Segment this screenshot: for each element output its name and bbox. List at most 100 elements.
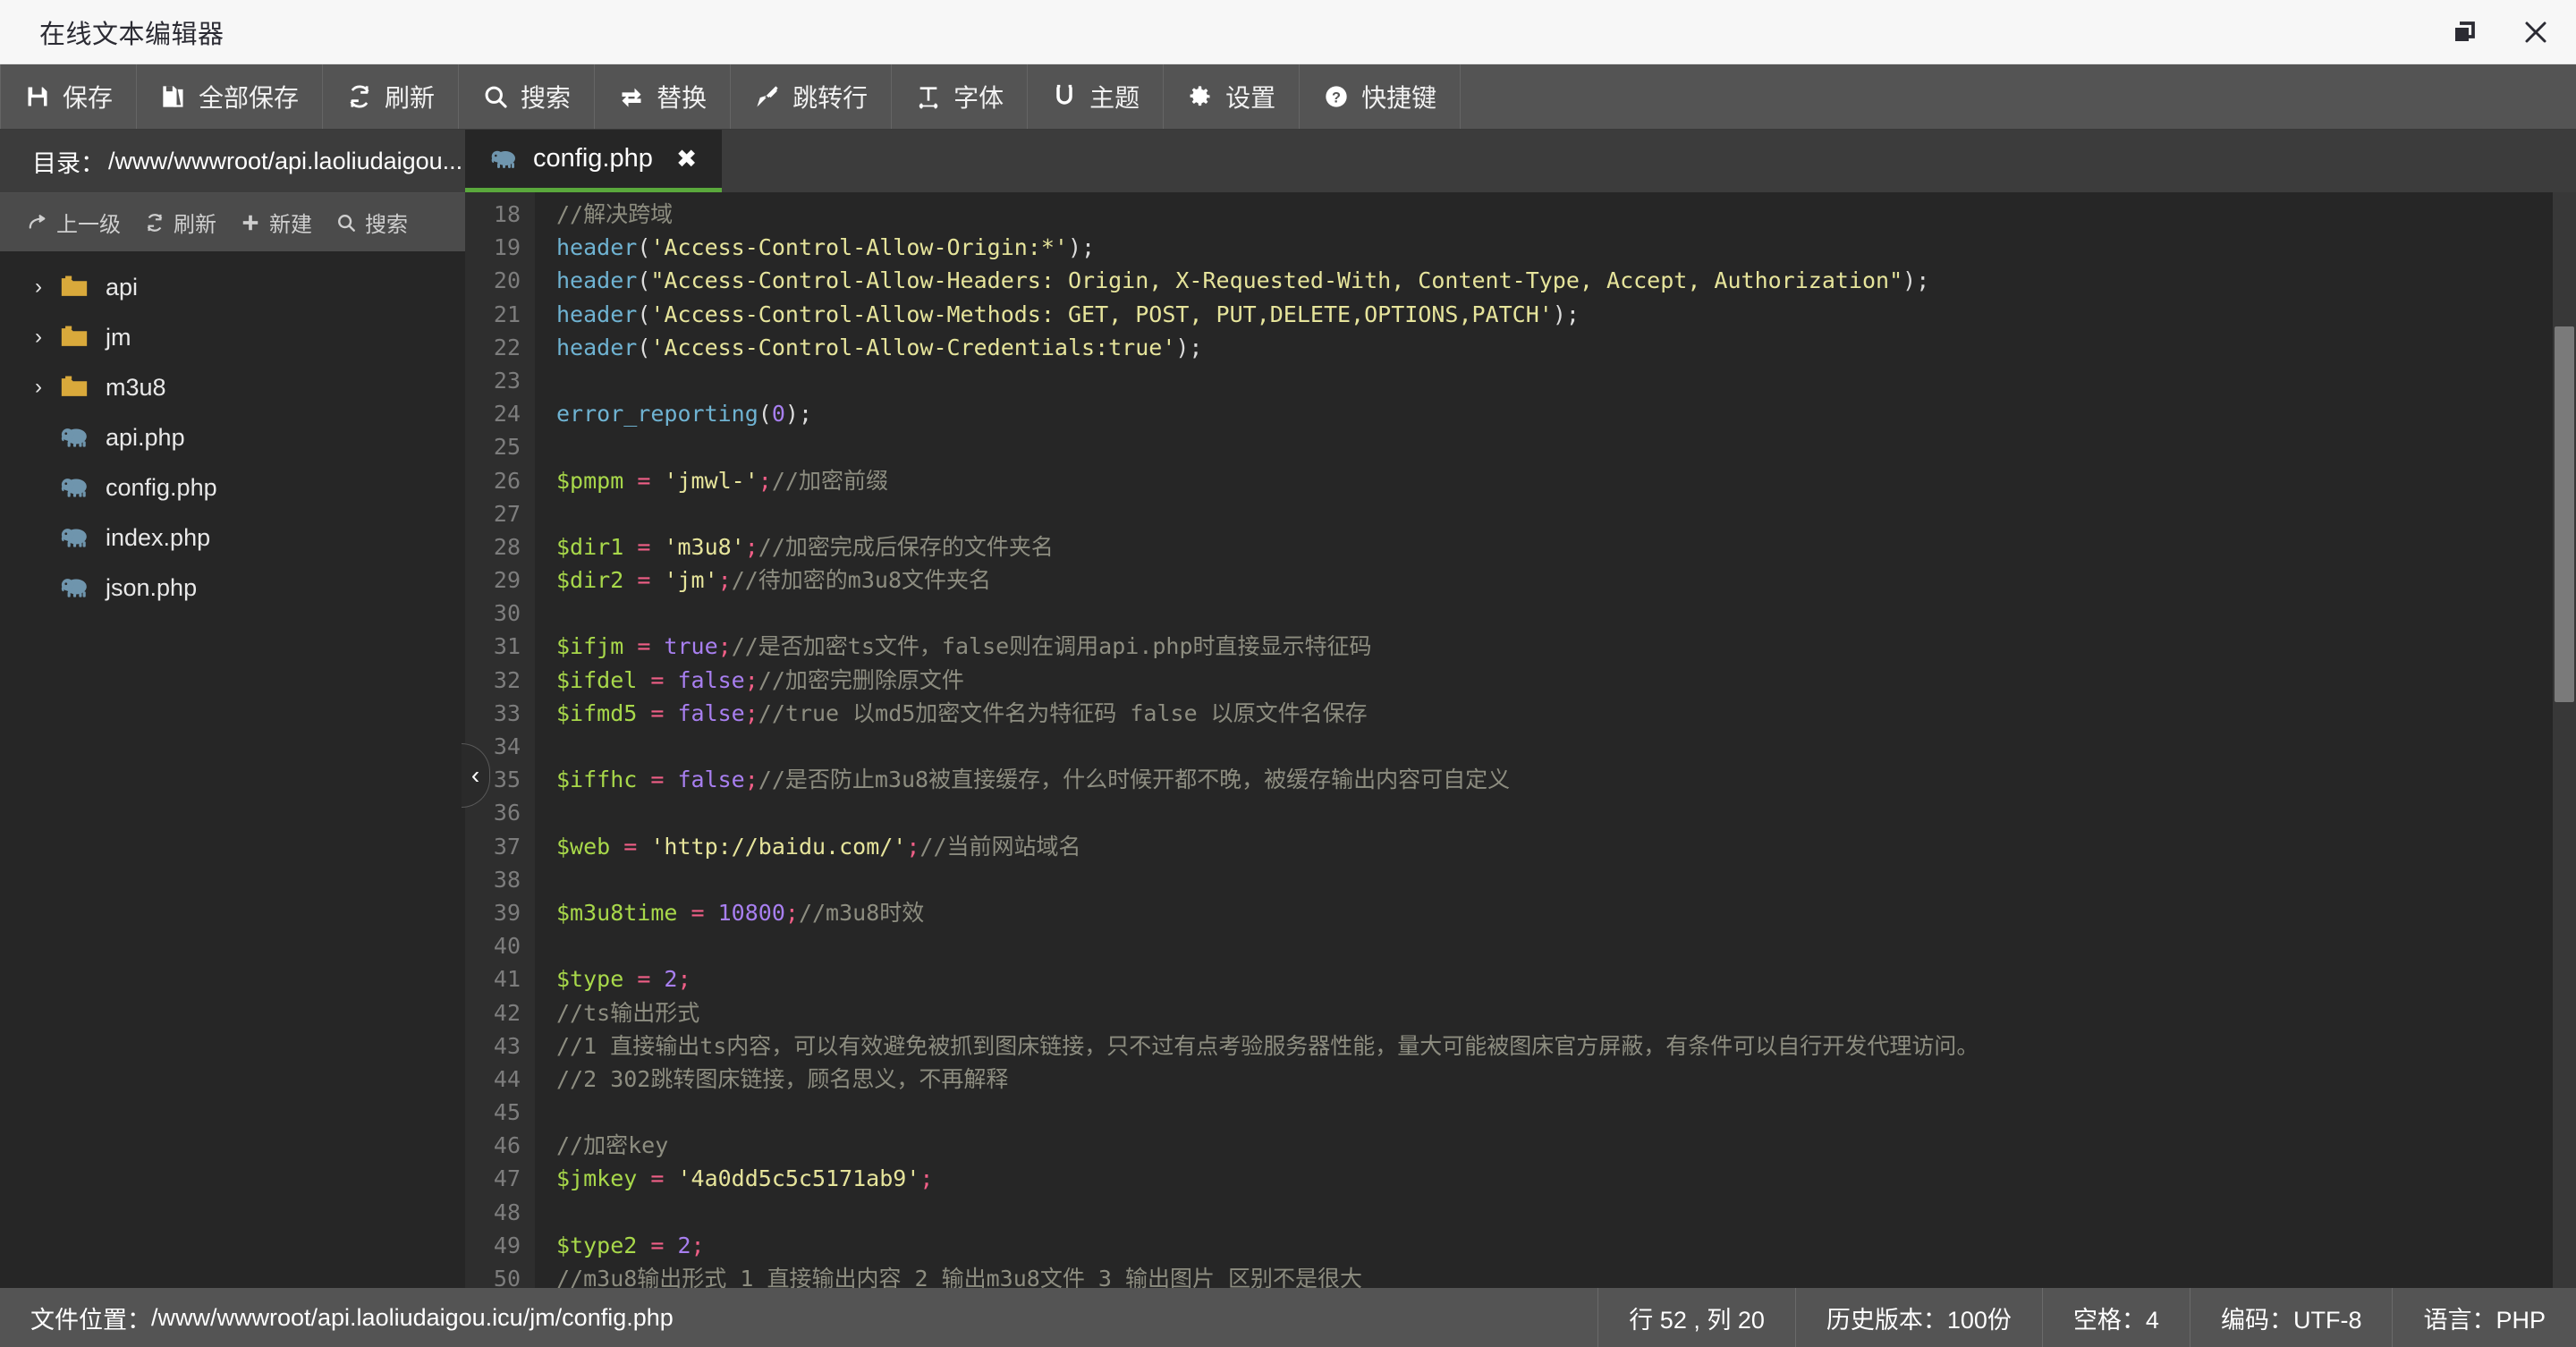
line-number: 33	[493, 699, 521, 726]
folder-icon	[54, 372, 95, 402]
chevron-right-icon[interactable]: ›	[23, 375, 54, 400]
sidebar-op-search[interactable]: 搜索	[335, 207, 408, 238]
code-line[interactable]	[535, 497, 2576, 530]
language[interactable]: 语言：PHP	[2392, 1288, 2576, 1347]
code-line[interactable]: //加密key	[535, 1129, 2576, 1162]
code-line[interactable]: //2 302跳转图床链接，顾名思义，不再解释	[535, 1063, 2576, 1096]
restore-button[interactable]	[2444, 12, 2485, 53]
line-number: 21	[493, 301, 521, 327]
code-line[interactable]: $web = 'http://baidu.com/';//当前网站域名	[535, 830, 2576, 863]
code-line[interactable]: $ifdel = false;//加密完删除原文件	[535, 664, 2576, 697]
code-line[interactable]: $type = 2;	[535, 962, 2576, 995]
code-token: ;	[744, 767, 758, 793]
close-icon	[2525, 21, 2546, 43]
code-line[interactable]: header("Access-Control-Allow-Headers: Or…	[535, 264, 2576, 297]
toolbar-goto-line[interactable]: 跳转行	[731, 64, 893, 129]
code-line[interactable]: $ifjm = true;//是否加密ts文件，false则在调用api.php…	[535, 630, 2576, 663]
code-token: $ifdel	[556, 666, 638, 693]
code-line[interactable]	[535, 863, 2576, 896]
code-line[interactable]: $dir2 = 'jm';//待加密的m3u8文件夹名	[535, 563, 2576, 597]
code-line[interactable]	[535, 730, 2576, 763]
code-line[interactable]: $ifmd5 = false;//true 以md5加密文件名为特征码 fals…	[535, 697, 2576, 730]
toolbar-theme-label: 主题	[1089, 84, 1140, 112]
code-line[interactable]	[535, 796, 2576, 829]
code-content[interactable]: //解决跨域 header('Access-Control-Allow-Origi…	[535, 192, 2576, 1288]
code-token: 0	[771, 401, 785, 428]
code-line[interactable]: $jmkey = '4a0dd5c5c5171ab9';	[535, 1162, 2576, 1195]
code-token: 2	[664, 966, 678, 993]
code-editor[interactable]: 18 19 20 21 22 23 24 25 26 27 28 29 30 31 32 33 34 35 36 37…	[465, 192, 2576, 1288]
code-token: $ifjm	[556, 633, 624, 660]
line-number: 22	[493, 334, 521, 360]
toolbar-theme[interactable]: 主题	[1028, 64, 1165, 129]
tree-item-config-php[interactable]: config.php	[0, 462, 465, 513]
sidebar-op-new[interactable]: 新建	[240, 207, 312, 238]
sidebar-operations: 上一级 刷新 新建 搜索	[0, 192, 465, 251]
code-line[interactable]: $type2 = 2;	[535, 1229, 2576, 1262]
code-line[interactable]: //解决跨域	[535, 198, 2576, 231]
encoding[interactable]: 编码：UTF-8	[2189, 1288, 2393, 1347]
line-number: 39	[493, 899, 521, 926]
line-number: 49	[493, 1232, 521, 1258]
editor-pane: config.php ✖ 18 19 20 21 22 23 24 25 26 27 28 29 30 3…	[465, 130, 2576, 1288]
indent-spaces[interactable]: 空格：4	[2041, 1288, 2190, 1347]
code-token: header	[556, 267, 638, 294]
toolbar-font[interactable]: 字体	[892, 64, 1029, 129]
chevron-right-icon[interactable]: ›	[23, 275, 54, 300]
code-line[interactable]: //1 直接输出ts内容，可以有效避免被抓到图床链接，只不过有点考验服务器性能，…	[535, 1029, 2576, 1063]
tree-item-api-php[interactable]: api.php	[0, 412, 465, 462]
chevron-right-icon[interactable]: ›	[23, 325, 54, 350]
code-token: 'm3u8'	[664, 533, 745, 560]
code-token: (	[758, 401, 772, 428]
toolbar-replace[interactable]: 替换	[595, 64, 732, 129]
php-elephant-icon	[54, 474, 95, 501]
code-token: ;	[744, 533, 758, 560]
tree-item-m3u8[interactable]: › m3u8	[0, 362, 465, 412]
code-line[interactable]: $m3u8time = 10800;//m3u8时效	[535, 896, 2576, 929]
tree-item-api[interactable]: › api	[0, 262, 465, 312]
close-button[interactable]	[2515, 12, 2556, 53]
code-line[interactable]: //m3u8输出形式 1 直接输出内容 2 输出m3u8文件 3 输出图片 区别…	[535, 1262, 2576, 1288]
code-line[interactable]: //ts输出形式	[535, 996, 2576, 1029]
directory-label: 目录：	[32, 149, 105, 177]
toolbar-settings[interactable]: 设置	[1164, 64, 1301, 129]
code-line[interactable]	[535, 364, 2576, 397]
tree-item-json-php[interactable]: json.php	[0, 563, 465, 613]
vertical-scrollbar[interactable]	[2553, 192, 2576, 1288]
code-line[interactable]	[535, 1196, 2576, 1229]
code-line[interactable]	[535, 929, 2576, 962]
code-line[interactable]: $iffhc = false;//是否防止m3u8被直接缓存，什么时候开都不晚，…	[535, 763, 2576, 796]
toolbar-search[interactable]: 搜索	[459, 64, 596, 129]
tree-item-label: api	[106, 273, 139, 301]
toolbar-save[interactable]: 保存	[0, 64, 138, 129]
tree-item-jm[interactable]: › jm	[0, 312, 465, 362]
code-line[interactable]: header('Access-Control-Allow-Origin:*');	[535, 231, 2576, 264]
code-token: $iffhc	[556, 767, 638, 793]
history-versions[interactable]: 历史版本：100份	[1794, 1288, 2042, 1347]
vertical-scrollbar-thumb[interactable]	[2555, 326, 2574, 702]
code-line[interactable]: error_reporting(0);	[535, 397, 2576, 430]
code-line[interactable]: $pmpm = 'jmwl-';//加密前缀	[535, 464, 2576, 497]
tab-close-icon[interactable]: ✖	[676, 146, 697, 172]
code-line[interactable]: header('Access-Control-Allow-Credentials…	[535, 331, 2576, 364]
sidebar-op-refresh[interactable]: 刷新	[144, 207, 216, 238]
sidebar-op-parent[interactable]: 上一级	[27, 207, 121, 238]
replace-icon	[618, 83, 645, 110]
code-token: false	[677, 666, 745, 693]
tree-item-index-php[interactable]: index.php	[0, 513, 465, 563]
code-line[interactable]	[535, 430, 2576, 463]
directory-bar[interactable]: 目录： /www/wwwroot/api.laoliudaigou...	[0, 130, 465, 192]
app-title: 在线文本编辑器	[39, 20, 225, 49]
code-line[interactable]: header('Access-Control-Allow-Methods: GE…	[535, 298, 2576, 331]
code-line[interactable]	[535, 1096, 2576, 1129]
code-token: ;	[758, 467, 772, 494]
code-token: header	[556, 334, 638, 360]
code-line[interactable]	[535, 597, 2576, 630]
toolbar-refresh[interactable]: 刷新	[323, 64, 460, 129]
toolbar-shortcuts[interactable]: ? 快捷键	[1300, 64, 1462, 129]
tab-config-php[interactable]: config.php ✖	[465, 130, 723, 192]
code-line[interactable]: $dir1 = 'm3u8';//加密完成后保存的文件夹名	[535, 530, 2576, 563]
cursor-position[interactable]: 行 52 , 列 20	[1597, 1288, 1795, 1347]
toolbar-save-all[interactable]: 全部保存	[137, 64, 324, 129]
line-number: 19	[493, 234, 521, 261]
